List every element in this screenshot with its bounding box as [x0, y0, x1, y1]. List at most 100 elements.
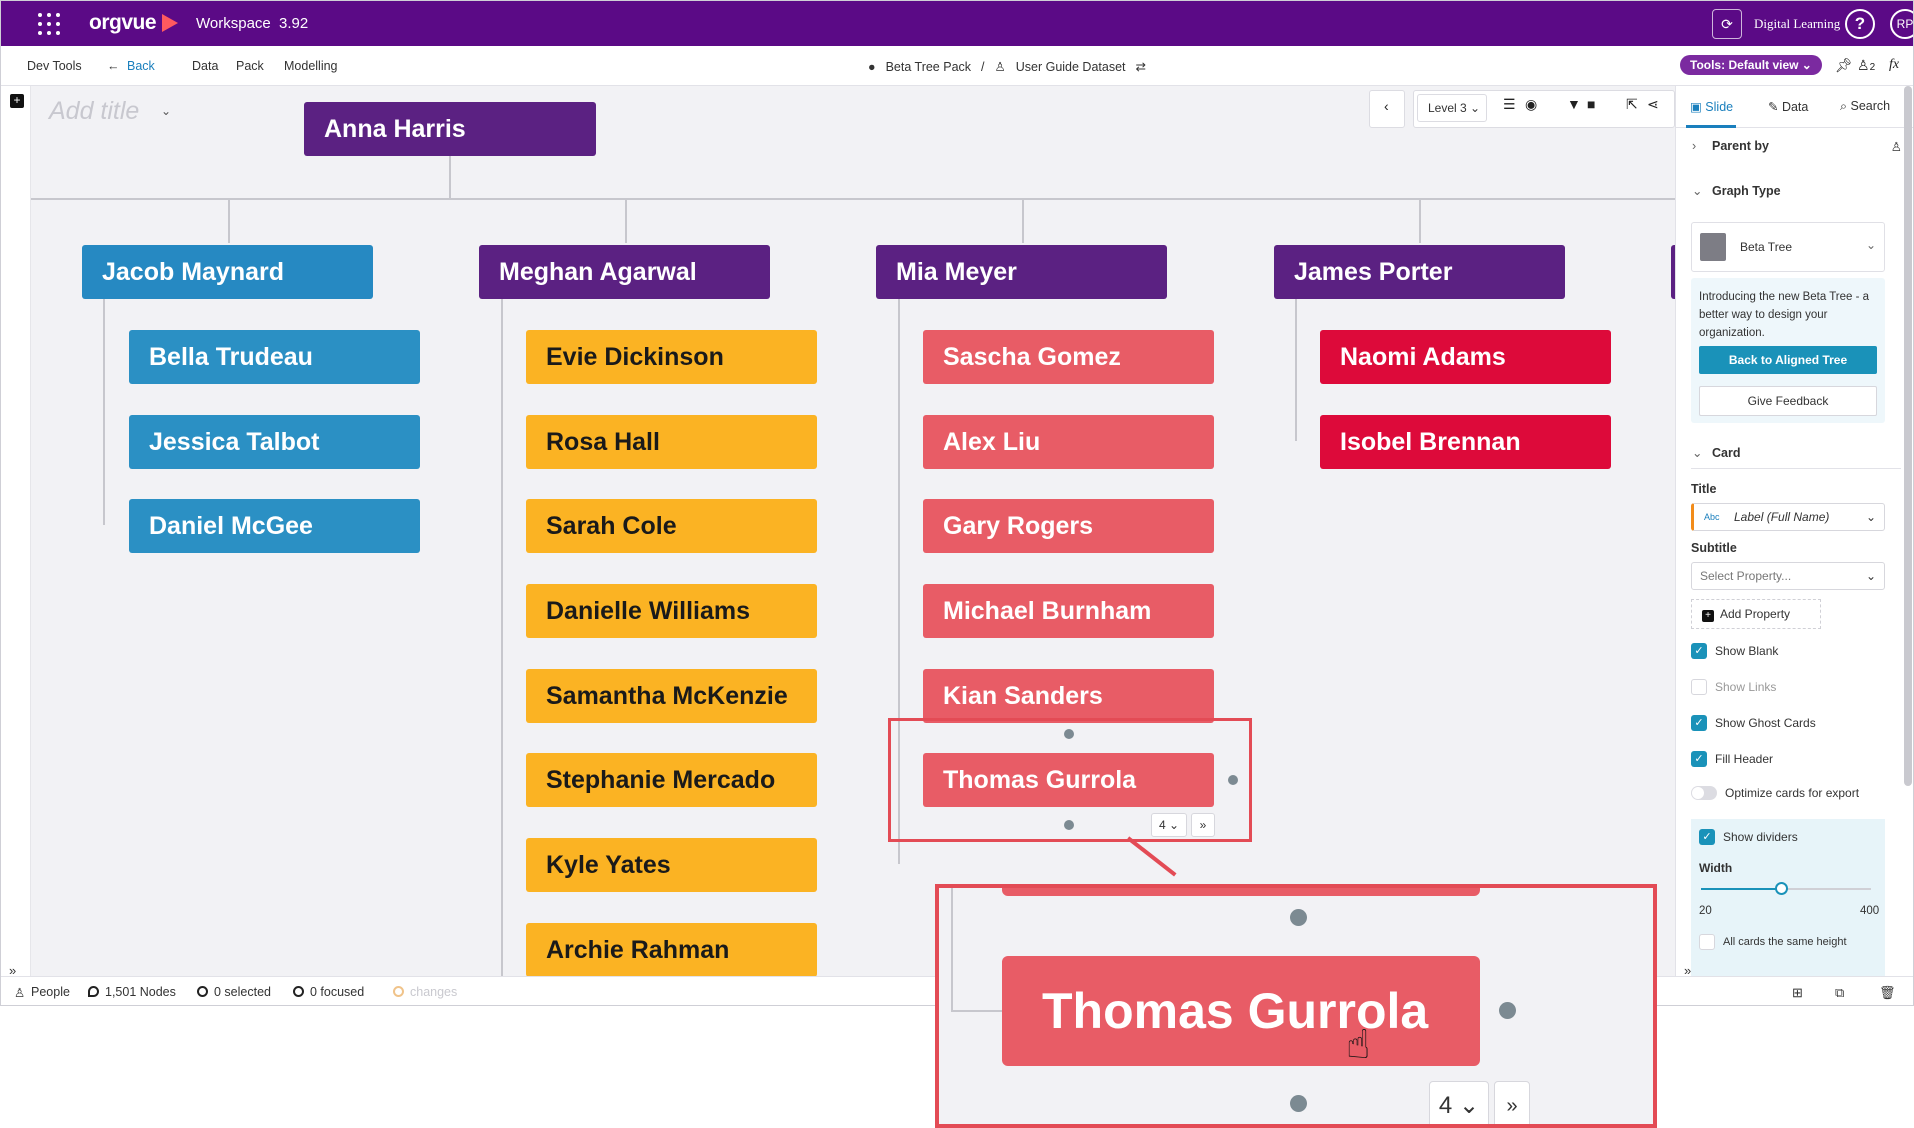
member-card[interactable]: Naomi Adams — [1320, 330, 1611, 384]
title-select[interactable]: Abc Label (Full Name) ⌄ — [1691, 503, 1885, 531]
add-child-handle[interactable] — [1064, 820, 1074, 830]
tab-data[interactable]: ✎ Data — [1768, 99, 1808, 114]
chevron-down-icon[interactable]: ⌄ — [161, 104, 171, 118]
parent-by-section[interactable]: › Parent by ♙ — [1692, 139, 1902, 154]
add-sibling-handle — [1290, 909, 1307, 926]
copy-icon[interactable]: ⧉ — [1835, 985, 1844, 1001]
member-card[interactable]: Daniel McGee — [129, 499, 420, 553]
back-to-aligned-tree-button[interactable]: Back to Aligned Tree — [1699, 346, 1877, 374]
panel-scrollbar[interactable] — [1904, 86, 1912, 786]
add-property-button[interactable]: + Add Property — [1691, 599, 1821, 629]
show-dividers-checkbox[interactable]: ✓ Show dividers — [1699, 829, 1798, 845]
member-card[interactable]: Samantha McKenzie — [526, 669, 817, 723]
tree-icon — [1700, 233, 1726, 261]
menu-modelling[interactable]: Modelling — [284, 59, 338, 73]
dataset-name[interactable]: User Guide Dataset — [1016, 60, 1126, 74]
member-card[interactable]: Sarah Cole — [526, 499, 817, 553]
status-changes[interactable]: changes — [393, 985, 457, 999]
level-select[interactable]: Level 3 ⌄ — [1417, 94, 1487, 122]
member-card[interactable]: Bella Trudeau — [129, 330, 420, 384]
tab-slide[interactable]: ▣ Slide — [1690, 99, 1733, 114]
manager-card[interactable]: Jacob Maynard — [82, 245, 373, 299]
add-sibling-handle[interactable] — [1228, 775, 1238, 785]
formula-icon[interactable]: fx — [1889, 57, 1899, 73]
share-icon[interactable]: ⋖ — [1647, 96, 1659, 113]
add-icon[interactable]: ⊞ — [1792, 985, 1803, 1001]
fill-header-checkbox[interactable]: ✓ Fill Header — [1691, 751, 1773, 767]
width-slider-thumb[interactable] — [1775, 882, 1788, 895]
add-child-handle — [1290, 1095, 1307, 1112]
chevron-left-icon[interactable]: ‹ — [1384, 98, 1389, 114]
palette-icon[interactable]: ◉ — [1525, 96, 1537, 113]
member-card[interactable]: Kyle Yates — [526, 838, 817, 892]
status-focused[interactable]: 0 focused — [293, 985, 364, 999]
member-card[interactable]: Rosa Hall — [526, 415, 817, 469]
apps-grid-icon[interactable] — [38, 13, 60, 35]
expand-left-icon[interactable]: » — [9, 963, 16, 978]
active-tab-indicator — [1686, 125, 1736, 128]
member-card[interactable]: Isobel Brennan — [1320, 415, 1611, 469]
member-card[interactable]: Danielle Williams — [526, 584, 817, 638]
status-nodes[interactable]: 1,501 Nodes — [88, 985, 176, 999]
add-title-input[interactable]: Add title — [49, 97, 139, 126]
expand-all-icon[interactable]: » — [1191, 813, 1215, 837]
swap-icon[interactable]: ⇄ — [1136, 59, 1146, 74]
menu-dev-tools[interactable]: Dev Tools — [27, 59, 82, 73]
member-card[interactable]: Sascha Gomez — [923, 330, 1214, 384]
member-card[interactable]: Michael Burnham — [923, 584, 1214, 638]
people-icon[interactable]: ♙2 — [1857, 57, 1875, 74]
graph-type-select[interactable]: Beta Tree ⌄ — [1691, 222, 1885, 272]
help-button[interactable]: ? — [1845, 9, 1875, 39]
optimize-export-toggle[interactable]: Optimize cards for export — [1691, 786, 1859, 800]
avatar[interactable]: RP — [1890, 9, 1913, 39]
trash-icon[interactable]: 🗑︎ — [1879, 985, 1896, 1001]
tab-slide-label: Slide — [1705, 100, 1734, 114]
show-blank-checkbox[interactable]: ✓ Show Blank — [1691, 643, 1778, 659]
export-icon[interactable]: ⇱ — [1626, 96, 1638, 113]
expand-right-icon[interactable]: » — [1684, 963, 1691, 978]
status-selected[interactable]: 0 selected — [197, 985, 271, 999]
same-height-checkbox[interactable]: All cards the same height — [1699, 934, 1847, 950]
subtitle-placeholder: Select Property... — [1700, 569, 1792, 583]
card-section[interactable]: ⌄ Card — [1692, 445, 1740, 460]
left-rail — [1, 86, 31, 976]
sync-icon[interactable]: ⟳ — [1712, 9, 1742, 39]
pack-name[interactable]: Beta Tree Pack — [886, 60, 971, 74]
member-card[interactable]: Kian Sanders — [923, 669, 1214, 723]
child-count-dropdown[interactable]: 4 ⌄ — [1151, 813, 1187, 837]
root-card[interactable]: Anna Harris — [304, 102, 596, 156]
same-height-label: All cards the same height — [1723, 936, 1847, 948]
manager-card[interactable]: Mia Meyer — [876, 245, 1167, 299]
menu-back[interactable]: Back — [127, 59, 155, 73]
status-people[interactable]: People — [31, 985, 70, 999]
menu-pack[interactable]: Pack — [236, 59, 264, 73]
tab-search[interactable]: ⌕ Search — [1840, 99, 1890, 114]
member-card[interactable]: Alex Liu — [923, 415, 1214, 469]
member-card[interactable]: Archie Rahman — [526, 923, 817, 976]
digital-learning-link[interactable]: Digital Learning — [1754, 16, 1840, 32]
member-card[interactable]: Stephanie Mercado — [526, 753, 817, 807]
member-card[interactable]: Evie Dickinson — [526, 330, 817, 384]
member-card[interactable]: Gary Rogers — [923, 499, 1214, 553]
give-feedback-button[interactable]: Give Feedback — [1699, 386, 1877, 416]
manager-card[interactable]: James Porter — [1274, 245, 1565, 299]
cards-icon[interactable]: ■ — [1587, 96, 1595, 112]
subtitle-select[interactable]: Select Property... ⌄ — [1691, 562, 1885, 590]
tree-canvas[interactable]: Add title ⌄ Anna Harris Jacob Maynard Be… — [31, 86, 1675, 976]
filter-icon[interactable]: ▼ — [1567, 96, 1581, 112]
pin-icon[interactable]: 📌︎ — [1835, 57, 1853, 74]
show-links-checkbox[interactable]: Show Links — [1691, 679, 1776, 695]
graph-type-section[interactable]: ⌄ Graph Type — [1692, 183, 1781, 198]
manager-card[interactable]: Meghan Agarwal — [479, 245, 770, 299]
card-section-label: Card — [1712, 446, 1741, 460]
add-sibling-handle[interactable] — [1064, 729, 1074, 739]
member-card[interactable]: Jessica Talbot — [129, 415, 420, 469]
tools-view-button[interactable]: Tools: Default view ⌄ — [1680, 55, 1822, 75]
menu-data[interactable]: Data — [192, 59, 218, 73]
back-arrow-icon[interactable]: ← — [107, 59, 120, 73]
add-icon[interactable]: + — [10, 94, 24, 108]
workspace-label[interactable]: Workspace — [196, 15, 271, 32]
breadcrumb: ● Beta Tree Pack / ♙ User Guide Dataset … — [868, 59, 1146, 75]
list-icon[interactable]: ☰ — [1503, 96, 1516, 113]
show-ghost-cards-checkbox[interactable]: ✓ Show Ghost Cards — [1691, 715, 1816, 731]
